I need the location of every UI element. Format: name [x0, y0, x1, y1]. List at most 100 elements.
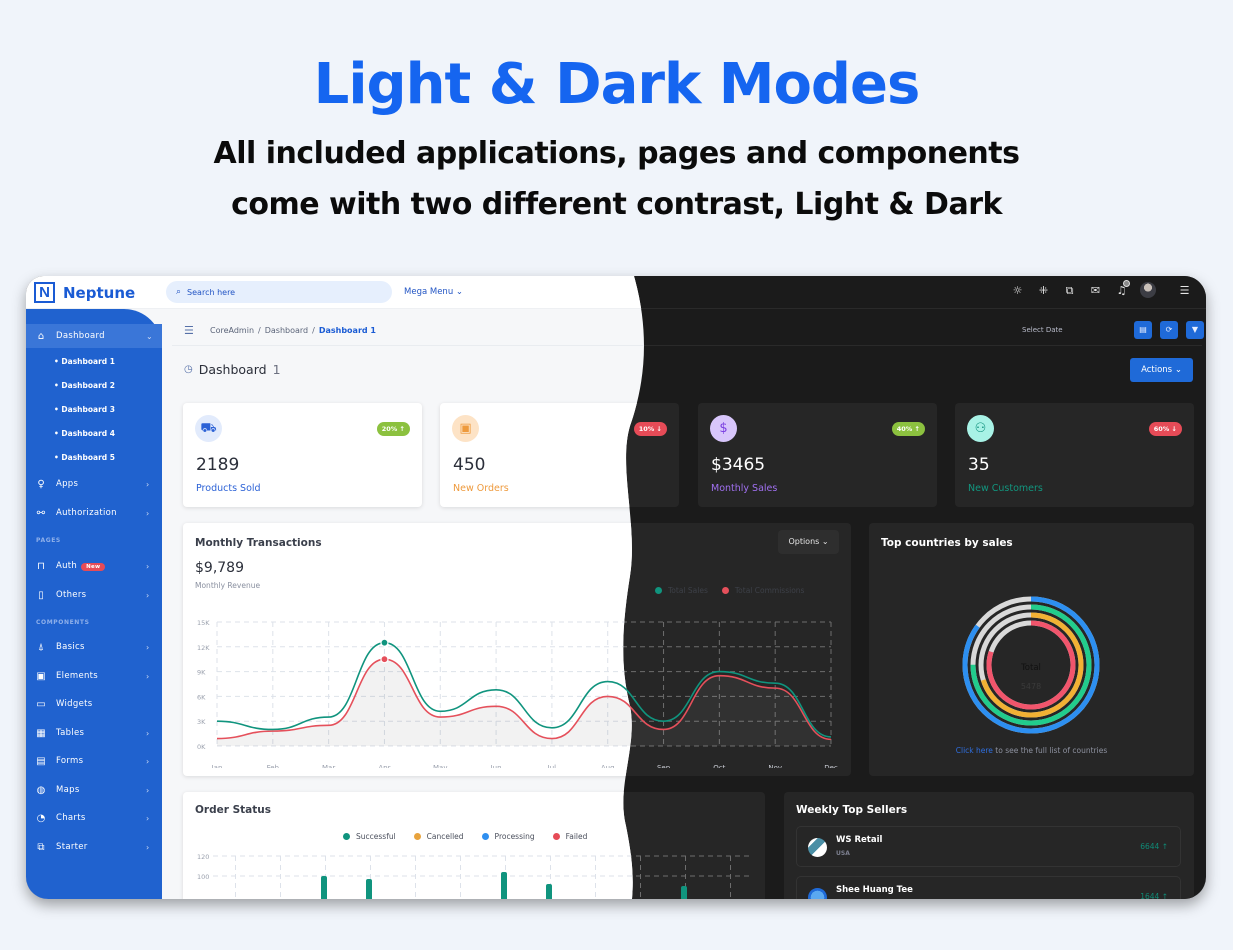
y-tick-label: 9K [197, 669, 206, 677]
bell-icon[interactable]: ♫ [1114, 279, 1130, 298]
actions-button[interactable]: Actions ⌄ [1130, 358, 1193, 382]
change-badge: 40% ↑ [891, 422, 925, 436]
monitor-icon: ▭ [36, 698, 46, 710]
sidebar-item-basics[interactable]: ⍋ Basics › [26, 635, 162, 659]
y-tick-label: 120 [197, 853, 209, 861]
sidebar-item-dashboard[interactable]: ⌂ Dashboard ⌄ [26, 324, 162, 348]
sidebar-item-starter[interactable]: ⧉ Starter › [26, 835, 162, 859]
stat-card-sales: $ 40% ↑ $3465 Monthly Sales [698, 403, 937, 507]
sidebar-item-apps[interactable]: ♀ Apps › [26, 472, 162, 496]
y-tick-label: 6K [197, 693, 206, 701]
hero-subtitle-line2: come with two different contrast, Light … [231, 187, 1002, 222]
pie-chart-icon: ◔ [36, 812, 46, 824]
select-date[interactable]: Select Date [1022, 326, 1063, 334]
sidebar-item-authorization[interactable]: ⚯ Authorization › [26, 501, 162, 525]
seller-row[interactable]: Shee Huang Tee 1644 ↑ [796, 876, 1181, 899]
card-title: Monthly Transactions [195, 537, 322, 549]
home-icon: ⌂ [37, 330, 45, 342]
seller-value: 1644 ↑ [1140, 892, 1168, 899]
mega-menu-dropdown[interactable]: Mega Menu ⌄ [404, 287, 463, 297]
bar-successful [321, 876, 327, 899]
translate-icon[interactable]: ⧉ [1062, 283, 1077, 298]
sidebar-item-elements[interactable]: ▣ Elements › [26, 664, 162, 688]
menu-toggle-icon[interactable]: ☰ [184, 324, 194, 337]
filter-button[interactable]: ▼ [1186, 321, 1204, 339]
stat-label: Products Sold [196, 483, 261, 494]
x-tick-label: Jan [211, 764, 223, 768]
logo-mark: N [34, 282, 55, 303]
search-box[interactable]: ⌕ [166, 281, 392, 303]
seller-row[interactable]: WS Retail USA 6644 ↑ [796, 826, 1181, 867]
hero-subtitle-line1: All included applications, pages and com… [213, 136, 1020, 171]
sidebar-item-forms[interactable]: ▤ Forms › [26, 749, 162, 773]
bar-successful [501, 872, 507, 899]
gauge-icon: ◷ [184, 364, 193, 375]
sidebar-subitem-dashboard-5[interactable]: • Dashboard 5 [54, 453, 115, 462]
sidebar-item-auth[interactable]: ⊓ Auth New › [26, 554, 162, 578]
breadcrumb-item[interactable]: Dashboard [265, 326, 308, 335]
mail-icon[interactable]: ✉ [1088, 283, 1103, 298]
brand-logo[interactable]: N Neptune [34, 282, 135, 303]
chevron-right-icon: › [146, 642, 150, 652]
refresh-button[interactable]: ⟳ [1160, 321, 1178, 339]
change-badge: 20% ↑ [377, 422, 410, 436]
sidebar-item-widgets[interactable]: ▭ Widgets [26, 692, 162, 716]
avatar[interactable] [1140, 282, 1156, 298]
brand-name: Neptune [63, 283, 136, 302]
sliders-icon[interactable]: ☰ [1177, 283, 1192, 298]
revenue-label: Monthly Revenue [195, 581, 261, 590]
change-badge: 10% ↓ [633, 422, 667, 436]
section-label-pages: PAGES [36, 537, 61, 544]
card-title: Top countries by sales [881, 537, 1013, 549]
legend-total-sales[interactable]: Total Sales [655, 586, 708, 595]
breadcrumb-item[interactable]: CoreAdmin [210, 326, 254, 335]
box-icon: ▣ [452, 415, 479, 442]
x-tick-label: Aug [601, 764, 615, 768]
sidebar-item-charts[interactable]: ◔ Charts › [26, 806, 162, 830]
chevron-right-icon: › [146, 508, 150, 518]
x-tick-label: Jun [490, 764, 502, 768]
options-button[interactable]: Options ⌄ [778, 530, 839, 554]
sidebar: ⌂ Dashboard ⌄ • Dashboard 1 • Dashboard … [26, 309, 162, 899]
stat-label: New Orders [453, 483, 509, 494]
elements-icon: ▣ [36, 670, 46, 682]
seller-name: WS Retail [836, 835, 883, 845]
countries-radial-chart: Total 5478 [962, 596, 1100, 734]
sidebar-item-tables[interactable]: ▦ Tables › [26, 721, 162, 745]
click-here-link[interactable]: Click here [956, 746, 993, 755]
bar-successful [546, 884, 552, 899]
data-point-marker [381, 639, 388, 646]
sidebar-item-others[interactable]: ▯ Others › [26, 583, 162, 607]
sidebar-subitem-dashboard-3[interactable]: • Dashboard 3 [54, 405, 115, 414]
seller-name: Shee Huang Tee [836, 885, 913, 895]
y-tick-label: 100 [197, 873, 209, 881]
money-hand-icon: $ [710, 415, 737, 442]
form-icon: ▤ [36, 755, 46, 767]
sidebar-subitem-dashboard-1[interactable]: • Dashboard 1 [54, 357, 115, 366]
search-input[interactable] [187, 288, 367, 297]
page-title: ◷ Dashboard 1 [184, 362, 281, 377]
compress-icon[interactable]: ⁜ [1036, 283, 1051, 298]
sidebar-subitem-dashboard-4[interactable]: • Dashboard 4 [54, 429, 115, 438]
change-badge: 60% ↓ [1148, 422, 1182, 436]
countries-footer: Click here to see the full list of count… [955, 746, 1108, 755]
legend-total-commissions[interactable]: Total Commissions [721, 586, 804, 595]
breadcrumb-current: Dashboard 1 [318, 326, 376, 335]
lock-icon: ⊓ [37, 560, 45, 572]
chevron-right-icon: › [146, 590, 150, 600]
sidebar-item-maps[interactable]: ◍ Maps › [26, 778, 162, 802]
x-tick-label: May [433, 764, 447, 768]
chevron-right-icon: › [146, 756, 150, 766]
x-tick-label: Nov [768, 764, 782, 768]
sidebar-subitem-dashboard-2[interactable]: • Dashboard 2 [54, 381, 115, 390]
seller-logo [808, 888, 827, 899]
chart-legend: Total Sales Total Commissions [655, 586, 804, 595]
sun-icon[interactable]: ☼ [1010, 283, 1025, 298]
calendar-button[interactable]: ▤ [1134, 321, 1152, 339]
chevron-right-icon: › [146, 671, 150, 681]
data-point-marker [381, 656, 388, 663]
compass-icon: ⍋ [38, 641, 44, 653]
y-tick-label: 3K [197, 718, 206, 726]
table-icon: ▦ [36, 727, 46, 739]
seller-value: 6644 ↑ [1140, 842, 1168, 851]
